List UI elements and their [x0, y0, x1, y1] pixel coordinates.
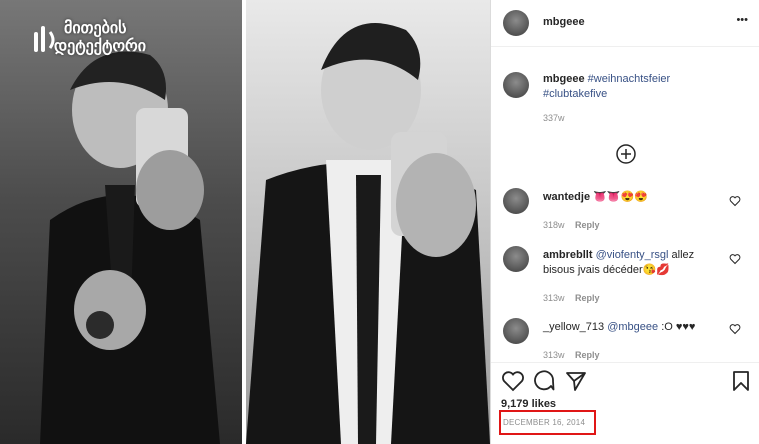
signal-bars-icon [34, 26, 55, 52]
comment-body: 👅👅😍😍 [593, 191, 648, 203]
comment-username[interactable]: ambrebllt [543, 249, 593, 261]
heart-icon[interactable] [501, 370, 525, 392]
comment-body: allez [668, 249, 695, 261]
comment-mention[interactable]: @mbgeee [607, 321, 658, 333]
comment-username[interactable]: wantedje [543, 191, 590, 203]
plus-circle-icon[interactable] [615, 143, 637, 165]
comment-age: 318w [543, 220, 565, 230]
comment-meta: 313w Reply [543, 345, 599, 363]
actions-divider [491, 362, 759, 363]
likes-count[interactable]: 9,179 likes [501, 398, 556, 410]
comment-avatar[interactable] [503, 246, 529, 272]
bookmark-icon[interactable] [731, 370, 751, 392]
comment-3: _yellow_713 @mbgeee :O ♥♥♥ [543, 320, 695, 335]
photo-right-panel [246, 0, 490, 444]
hashtag-weihnachtsfeier[interactable]: #weihnachtsfeier [588, 73, 671, 85]
caption: mbgeee #weihnachtsfeier #clubtakefive [543, 72, 748, 102]
reply-button[interactable]: Reply [575, 350, 600, 360]
photo-left-panel [0, 0, 242, 444]
comment-icon[interactable] [533, 370, 555, 392]
photo-right-figure [246, 23, 490, 444]
comment-mention[interactable]: @viofenty_rsgl [596, 249, 669, 261]
comment-age: 313w [543, 350, 565, 360]
comment-1: wantedje 👅👅😍😍 [543, 190, 648, 205]
comment-username[interactable]: _yellow_713 [543, 321, 604, 333]
post-header: mbgeee ••• [491, 0, 759, 47]
comment-heart-icon[interactable] [729, 253, 741, 265]
reply-button[interactable]: Reply [575, 293, 600, 303]
more-icon[interactable]: ••• [736, 14, 748, 26]
caption-username[interactable]: mbgeee [543, 73, 585, 85]
caption-age: 337w [543, 113, 565, 123]
header-username[interactable]: mbgeee [543, 16, 585, 28]
comment-body: :O ♥♥♥ [658, 321, 696, 333]
comment-heart-icon[interactable] [729, 323, 741, 335]
comment-body-line-2: bisous jvais décéder😘💋 [543, 264, 671, 276]
hashtag-clubtakefive[interactable]: #clubtakefive [543, 88, 607, 100]
comment-avatar[interactable] [503, 318, 529, 344]
reply-button[interactable]: Reply [575, 220, 600, 230]
comment-2: ambrebllt @viofenty_rsgl allez bisous jv… [543, 248, 728, 278]
watermark: მითების დეტექტორი [34, 20, 146, 56]
share-icon[interactable] [565, 370, 587, 392]
comment-heart-icon[interactable] [729, 195, 741, 207]
post-sidebar: mbgeee ••• mbgeee #weihnachtsfeier #club… [490, 0, 759, 444]
comment-avatar[interactable] [503, 188, 529, 214]
date-highlight-box [499, 410, 596, 435]
photo-left-figure [40, 51, 220, 444]
comment-meta: 313w Reply [543, 288, 599, 306]
post-photo[interactable]: მითების დეტექტორი [0, 0, 490, 444]
caption-avatar[interactable] [503, 72, 529, 98]
comment-age: 313w [543, 293, 565, 303]
avatar[interactable] [503, 10, 529, 36]
comment-meta: 318w Reply [543, 215, 599, 233]
